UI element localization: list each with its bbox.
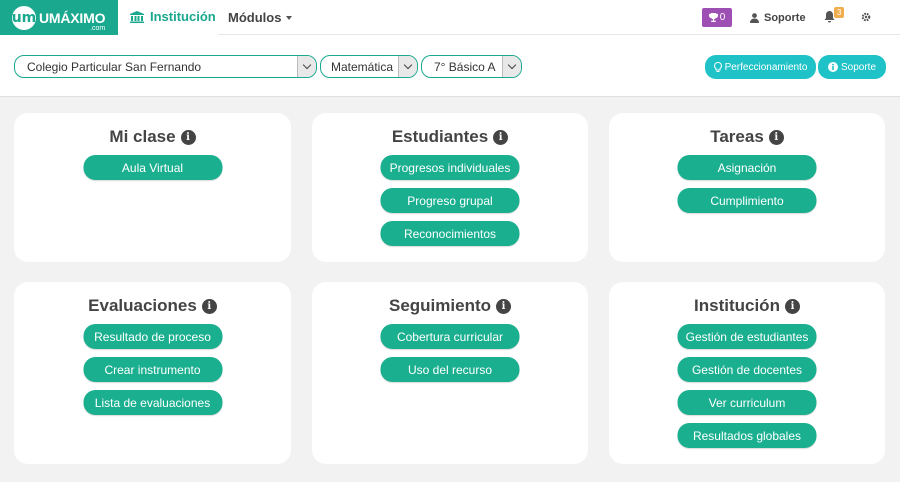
card-title: Mi clase — [109, 127, 176, 146]
trophy-icon — [708, 13, 718, 22]
info-icon — [827, 62, 838, 72]
card-mi-clase: Mi clase i Aula Virtual — [14, 113, 291, 262]
brand-logo[interactable]: um UMÁXIMO .com — [0, 0, 118, 35]
card-title: Evaluaciones — [88, 296, 197, 315]
logo-sub: .com — [90, 24, 106, 32]
lista-de-evaluaciones-button[interactable]: Lista de evaluaciones — [83, 390, 222, 415]
nav-soporte[interactable]: Soporte — [750, 0, 806, 35]
card-tareas: Tareas i Asignación Cumplimiento — [609, 113, 885, 262]
institution-icon — [130, 10, 144, 23]
progresos-individuales-button[interactable]: Progresos individuales — [380, 155, 520, 180]
gear-icon[interactable] — [861, 12, 871, 22]
info-icon[interactable]: i — [768, 129, 784, 145]
nav-tab-label: Institución — [150, 9, 216, 24]
logo-badge: um — [12, 5, 36, 30]
curso-select[interactable]: 7° Básico A — [421, 55, 522, 78]
nav-soporte-label: Soporte — [764, 11, 806, 24]
card-seguimiento: Seguimiento i Cobertura curricular Uso d… — [312, 282, 588, 464]
asignatura-select[interactable]: Matemática — [320, 55, 418, 78]
nav-modulos-label: Módulos — [228, 10, 282, 25]
soporte-button-label: Soporte — [840, 61, 877, 73]
card-estudiantes: Estudiantes i Progresos individuales Pro… — [312, 113, 588, 262]
asignacion-button[interactable]: Asignación — [677, 155, 817, 180]
filter-bar: Colegio Particular San Fernando Matemáti… — [0, 35, 900, 97]
info-icon[interactable]: i — [496, 298, 511, 314]
crear-instrumento-button[interactable]: Crear instrumento — [83, 357, 222, 382]
chevron-down-icon — [297, 56, 316, 77]
logo-name: UMÁXIMO — [39, 9, 106, 26]
info-icon[interactable]: i — [784, 298, 800, 314]
user-icon — [750, 12, 759, 23]
perfeccionamiento-button[interactable]: Perfeccionamiento — [705, 55, 816, 79]
card-title: Estudiantes — [391, 127, 489, 146]
uso-del-recurso-button[interactable]: Uso del recurso — [380, 357, 520, 382]
resultados-globales-button[interactable]: Resultados globales — [677, 423, 817, 448]
info-icon[interactable]: i — [493, 129, 509, 145]
ver-curriculum-button[interactable]: Ver curriculum — [677, 390, 817, 415]
perfeccionamiento-label: Perfeccionamiento — [724, 61, 808, 73]
colegio-select[interactable]: Colegio Particular San Fernando — [14, 55, 317, 78]
card-institucion: Institución i Gestión de estudiantes Ges… — [609, 282, 885, 464]
chevron-down-icon — [398, 56, 417, 77]
info-icon[interactable]: i — [201, 298, 217, 314]
top-navbar: um UMÁXIMO .com Institución Módulos 0 So… — [0, 0, 900, 35]
card-title: Tareas — [710, 127, 764, 146]
lightbulb-icon — [713, 61, 722, 72]
card-evaluaciones: Evaluaciones i Resultado de proceso Crea… — [14, 282, 291, 464]
chevron-down-icon — [502, 56, 521, 77]
asignatura-value: Matemática — [331, 59, 394, 74]
cumplimiento-button[interactable]: Cumplimiento — [677, 188, 817, 213]
reconocimientos-button[interactable]: Reconocimientos — [380, 221, 520, 246]
gestion-de-docentes-button[interactable]: Gestión de docentes — [677, 357, 817, 382]
soporte-button[interactable]: Soporte — [818, 55, 886, 79]
caret-down-icon — [286, 15, 293, 20]
progreso-grupal-button[interactable]: Progreso grupal — [380, 188, 520, 213]
info-icon[interactable]: i — [180, 129, 196, 145]
trophy-count: 0 — [719, 12, 726, 23]
colegio-value: Colegio Particular San Fernando — [27, 59, 202, 74]
curso-value: 7° Básico A — [434, 59, 496, 74]
nav-tab-institucion[interactable]: Institución — [118, 0, 218, 35]
card-title: Seguimiento — [388, 296, 491, 315]
resultado-de-proceso-button[interactable]: Resultado de proceso — [83, 324, 222, 349]
aula-virtual-button[interactable]: Aula Virtual — [83, 155, 222, 180]
trophy-badge[interactable]: 0 — [702, 8, 732, 27]
nav-dropdown-modulos[interactable]: Módulos — [228, 0, 293, 35]
gestion-de-estudiantes-button[interactable]: Gestión de estudiantes — [677, 324, 817, 349]
cobertura-curricular-button[interactable]: Cobertura curricular — [380, 324, 520, 349]
card-title: Institución — [694, 296, 780, 315]
notification-count: 3 — [834, 7, 845, 18]
